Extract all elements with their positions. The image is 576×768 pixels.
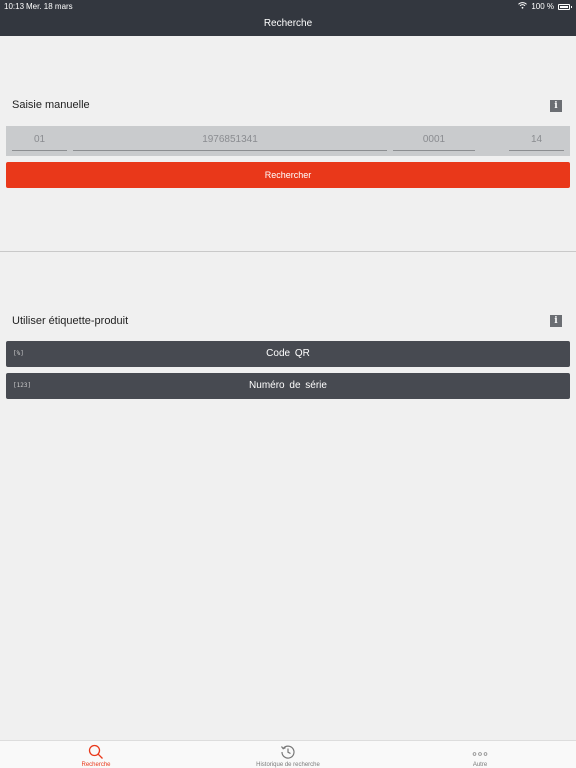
qr-code-label: Code QR (266, 348, 310, 359)
label-info-button[interactable]: i (550, 315, 562, 327)
product-label-title: Utiliser étiquette-produit (12, 315, 129, 327)
wifi-icon (518, 2, 528, 11)
serial-number-button[interactable]: [123] Numéro de série (6, 373, 570, 399)
serial-number-label: Numéro de série (249, 380, 327, 391)
manual-entry-title: Saisie manuelle (12, 99, 90, 111)
top-bar: 10:13 Mer. 18 mars 100 % Recherche (0, 0, 576, 36)
section-divider (0, 251, 576, 252)
battery-percent: 100 % (531, 2, 554, 11)
status-date: Mer. 18 mars (26, 2, 73, 11)
info-icon: i (554, 101, 558, 111)
tab-label-historique: Historique de recherche (256, 762, 320, 768)
field-check[interactable]: 14 (509, 130, 564, 151)
more-icon (472, 752, 488, 756)
history-icon (281, 745, 295, 759)
tab-label-recherche: Recherche (81, 762, 111, 768)
status-right: 100 % (518, 2, 572, 11)
field-number[interactable]: 1976851341 (73, 130, 387, 151)
tab-bar: Recherche Historique de recherche Autre (0, 740, 576, 768)
info-icon: i (554, 316, 558, 326)
field-suffix[interactable]: 0001 (393, 130, 475, 151)
qr-code-button[interactable]: [%] Code QR (6, 341, 570, 367)
search-button[interactable]: Rechercher (6, 162, 570, 188)
status-time: 10:13 (4, 2, 25, 11)
page-title: Recherche (263, 18, 313, 29)
search-icon (88, 744, 103, 759)
field-prefix[interactable]: 01 (12, 130, 67, 151)
tab-label-autre: Autre (472, 762, 488, 768)
manual-entry-bar: 01 1976851341 0001 14 (6, 126, 570, 156)
manual-info-button[interactable]: i (550, 100, 562, 112)
battery-icon (558, 3, 572, 10)
